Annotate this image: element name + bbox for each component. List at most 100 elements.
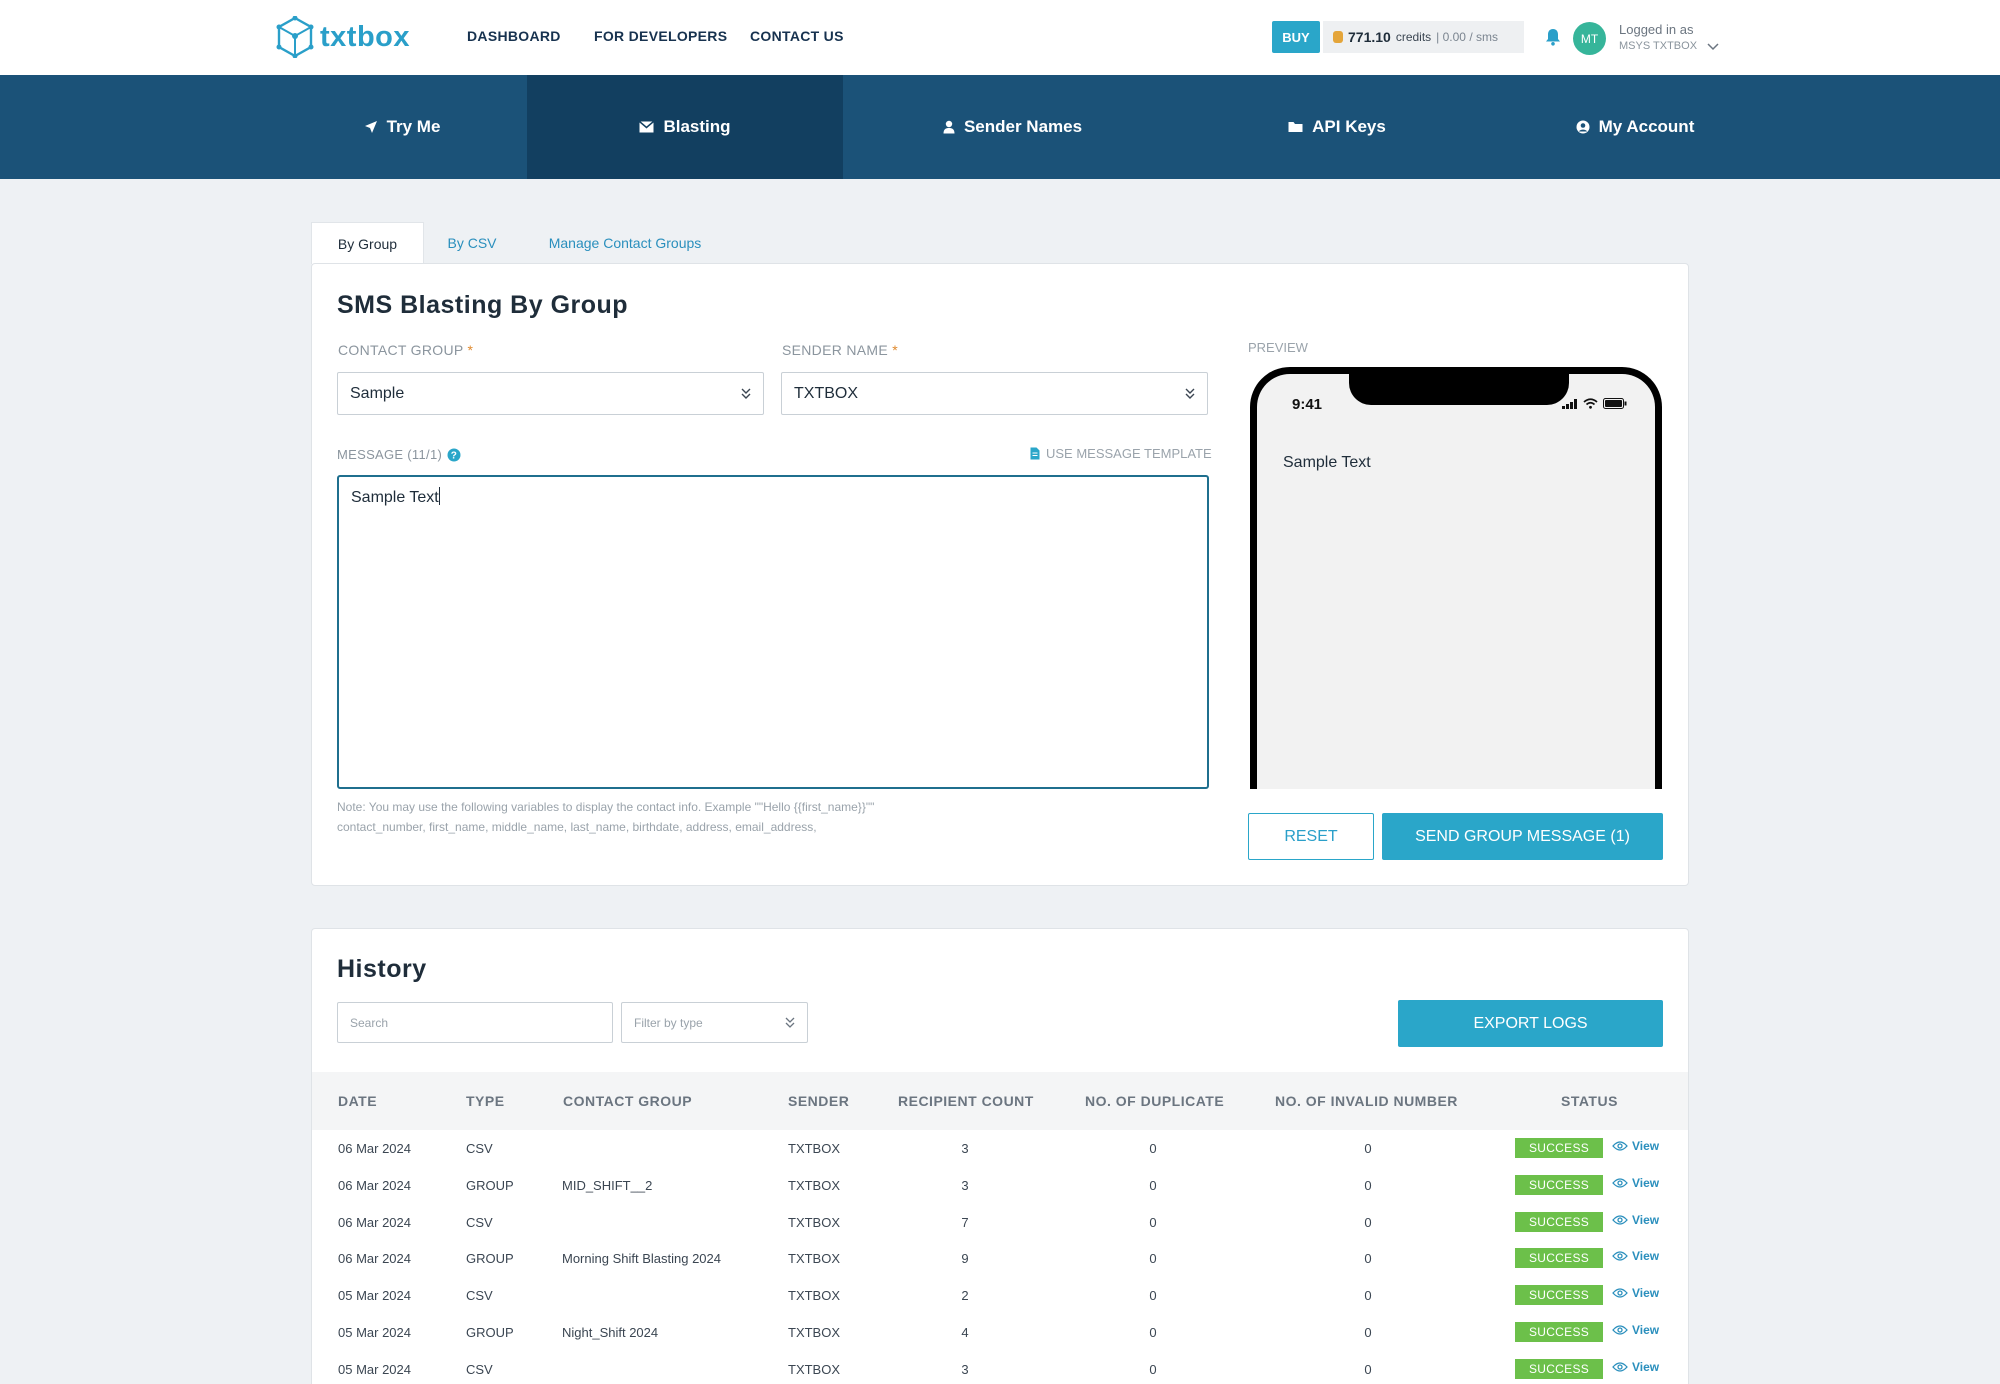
col-status: STATUS <box>1561 1093 1618 1109</box>
col-sender: SENDER <box>788 1093 850 1109</box>
col-type: TYPE <box>466 1093 505 1109</box>
cell-sender: TXTBOX <box>788 1288 841 1304</box>
send-group-message-button[interactable]: SEND GROUP MESSAGE (1) <box>1382 813 1663 860</box>
coin-icon <box>1333 31 1343 43</box>
person-icon <box>943 120 955 134</box>
tab-my-account[interactable]: My Account <box>1492 75 1778 179</box>
use-message-template-link[interactable]: USE MESSAGE TEMPLATE <box>1030 446 1212 461</box>
cell-duplicate: 0 <box>1149 1214 1157 1230</box>
message-label: MESSAGE (11/1) ? <box>337 447 461 462</box>
user-menu[interactable]: Logged in as MSYS TXTBOX <box>1619 21 1719 55</box>
double-chevron-down-icon <box>785 1017 795 1028</box>
table-row: 06 Mar 2024 GROUP Morning Shift Blasting 2… <box>312 1240 1688 1277</box>
user-name: MSYS TXTBOX <box>1619 40 1698 52</box>
view-label: View <box>1632 1359 1660 1374</box>
help-icon[interactable]: ? <box>447 448 461 462</box>
status-badge: SUCCESS <box>1515 1285 1603 1306</box>
view-label: View <box>1632 1212 1660 1227</box>
cell-recipient-count: 7 <box>961 1214 969 1230</box>
double-chevron-down-icon <box>741 388 751 399</box>
logged-in-label: Logged in as <box>1619 22 1694 37</box>
view-link[interactable]: View <box>1612 1323 1659 1337</box>
message-textarea[interactable]: Sample Text <box>337 475 1209 789</box>
col-date: DATE <box>338 1093 378 1109</box>
cell-duplicate: 0 <box>1149 1325 1157 1340</box>
subtab-by-group[interactable]: By Group <box>311 222 424 264</box>
filter-by-type-select[interactable]: Filter by type <box>621 1002 808 1043</box>
sender-name-label-text: SENDER NAME <box>782 342 888 358</box>
contact-group-select[interactable]: Sample <box>337 372 764 415</box>
use-message-template-label: USE MESSAGE TEMPLATE <box>1046 446 1212 461</box>
status-badge: SUCCESS <box>1515 1322 1603 1342</box>
col-invalid-number: NO. OF INVALID NUMBER <box>1275 1093 1458 1109</box>
sender-name-label: SENDER NAME * <box>782 342 898 358</box>
cell-type: CSV <box>466 1361 493 1377</box>
tab-blasting[interactable]: Blasting <box>527 75 843 179</box>
cell-sender: TXTBOX <box>788 1141 841 1156</box>
cell-recipient-count: 3 <box>961 1141 969 1156</box>
cell-invalid-number: 0 <box>1364 1325 1372 1340</box>
nav-dashboard[interactable]: DASHBOARD <box>467 28 561 44</box>
account-circle-icon <box>1576 120 1590 134</box>
message-text: Sample Text <box>351 489 439 506</box>
eye-icon <box>1612 1251 1628 1262</box>
envelope-icon <box>639 121 655 133</box>
document-icon <box>1030 447 1040 460</box>
avatar[interactable]: MT <box>1573 22 1606 55</box>
col-duplicate: NO. OF DUPLICATE <box>1085 1093 1225 1109</box>
cell-contact-group: Morning Shift Blasting 2024 <box>562 1251 721 1267</box>
subtab-by-csv[interactable]: By CSV <box>432 222 512 264</box>
phone-status-icons <box>1562 398 1627 409</box>
cell-date: 06 Mar 2024 <box>338 1177 411 1193</box>
view-label: View <box>1632 1323 1660 1337</box>
logo-text: txtbox <box>320 20 410 53</box>
cell-type: CSV <box>466 1288 493 1304</box>
col-contact-group: CONTACT GROUP <box>563 1093 693 1109</box>
tab-try-me[interactable]: Try Me <box>277 75 527 179</box>
tab-api-keys[interactable]: API Keys <box>1182 75 1492 179</box>
cell-contact-group: MID_SHIFT__2 <box>562 1177 653 1193</box>
cell-duplicate: 0 <box>1149 1361 1157 1377</box>
txtbox-logo[interactable]: txtbox <box>276 16 410 58</box>
contact-group-value: Sample <box>350 384 405 402</box>
subtab-manage-contact-groups[interactable]: Manage Contact Groups <box>540 222 710 264</box>
nav-contact-us[interactable]: CONTACT US <box>750 28 844 44</box>
phone-preview: 9:41 Sample Text <box>1250 367 1662 789</box>
buy-button[interactable]: BUY <box>1272 21 1320 53</box>
nav-for-developers[interactable]: FOR DEVELOPERS <box>594 28 727 44</box>
eye-icon <box>1612 1214 1628 1225</box>
view-link[interactable]: View <box>1612 1360 1659 1374</box>
tab-sender-names[interactable]: Sender Names <box>843 75 1182 179</box>
cell-invalid-number: 0 <box>1364 1141 1372 1156</box>
sender-name-select[interactable]: TXTBOX <box>781 372 1208 415</box>
export-logs-button[interactable]: EXPORT LOGS <box>1398 1000 1663 1047</box>
double-chevron-down-icon <box>1185 388 1195 399</box>
view-link[interactable]: View <box>1612 1176 1659 1190</box>
required-marker: * <box>467 342 474 358</box>
cell-invalid-number: 0 <box>1364 1251 1372 1267</box>
history-search-input[interactable]: Search <box>337 1002 613 1043</box>
bell-icon[interactable] <box>1545 28 1561 46</box>
view-link[interactable]: View <box>1612 1213 1659 1227</box>
reset-button[interactable]: RESET <box>1248 813 1374 860</box>
status-badge: SUCCESS <box>1515 1138 1603 1158</box>
cell-sender: TXTBOX <box>788 1361 841 1377</box>
table-row: 05 Mar 2024 GROUP Night_Shift 2024 TXTBOX 4 0… <box>312 1314 1688 1351</box>
tab-blasting-label: Blasting <box>663 117 731 136</box>
history-title: History <box>337 955 427 983</box>
view-label: View <box>1632 1139 1660 1153</box>
phone-time: 9:41 <box>1292 396 1323 413</box>
text-caret <box>438 487 440 505</box>
cell-type: CSV <box>466 1214 493 1230</box>
view-link[interactable]: View <box>1612 1249 1659 1263</box>
cell-sender: TXTBOX <box>788 1251 841 1267</box>
cell-contact-group: Night_Shift 2024 <box>562 1325 659 1340</box>
contact-group-label: CONTACT GROUP * <box>338 342 473 358</box>
cell-type: GROUP <box>466 1325 514 1340</box>
cell-date: 05 Mar 2024 <box>338 1361 411 1377</box>
send-icon <box>364 121 377 133</box>
view-link[interactable]: View <box>1612 1286 1659 1300</box>
cell-date: 05 Mar 2024 <box>338 1325 411 1340</box>
view-link[interactable]: View <box>1612 1139 1659 1153</box>
status-badge: SUCCESS <box>1515 1358 1603 1379</box>
